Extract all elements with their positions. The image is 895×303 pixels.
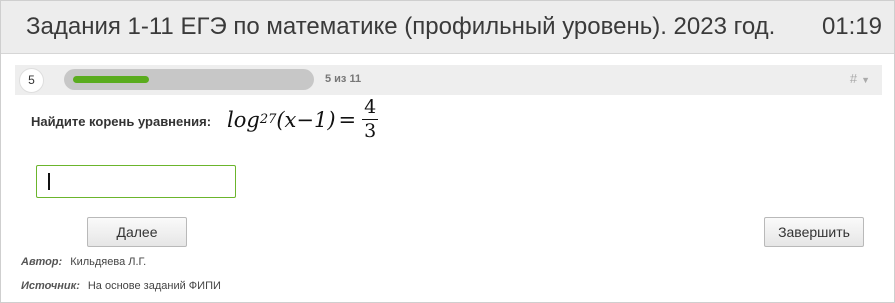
equation-base: 27 (259, 112, 277, 127)
question-counter: 5 из 11 (325, 73, 362, 85)
fraction-numerator: 4 (362, 96, 379, 120)
test-window: Задания 1-11 ЕГЭ по математике (профильн… (0, 0, 895, 303)
finish-button[interactable]: Завершить (764, 217, 864, 247)
timer: 01:19 (821, 13, 882, 40)
question-prompt: Найдите корень уравнения: (31, 114, 212, 129)
equation-equals: = (338, 107, 357, 132)
author-name: Кильдяева Л.Г. (70, 256, 147, 268)
author-label: Автор: (21, 256, 63, 268)
page-title: Задания 1-11 ЕГЭ по математике (профильн… (26, 13, 776, 40)
equation: log 27 (x−1) = 4 3 (227, 96, 379, 142)
question-menu[interactable]: # ▼ (850, 71, 870, 86)
author-line: Автор: Кильдяева Л.Г. (21, 256, 146, 268)
source-label: Источник: (21, 280, 80, 292)
progress-bar-fill (73, 76, 149, 83)
source-line: Источник: На основе заданий ФИПИ (21, 280, 221, 292)
progress-strip: 5 5 из 11 # ▼ (15, 65, 882, 95)
equation-fraction: 43 (362, 96, 379, 142)
source-text: На основе заданий ФИПИ (87, 280, 221, 292)
header-bar: Задания 1-11 ЕГЭ по математике (профильн… (1, 1, 894, 54)
answer-input[interactable] (36, 165, 236, 198)
equation-function: log (227, 107, 260, 132)
dropdown-caret-icon: ▼ (861, 74, 870, 85)
fraction-denominator: 3 (364, 120, 377, 142)
next-button[interactable]: Далее (87, 217, 187, 247)
equation-argument: (x−1) (276, 107, 336, 132)
question-number-badge: 5 (19, 68, 44, 93)
text-cursor (48, 173, 50, 190)
question-menu-label: # (849, 71, 858, 86)
progress-bar (64, 69, 314, 90)
